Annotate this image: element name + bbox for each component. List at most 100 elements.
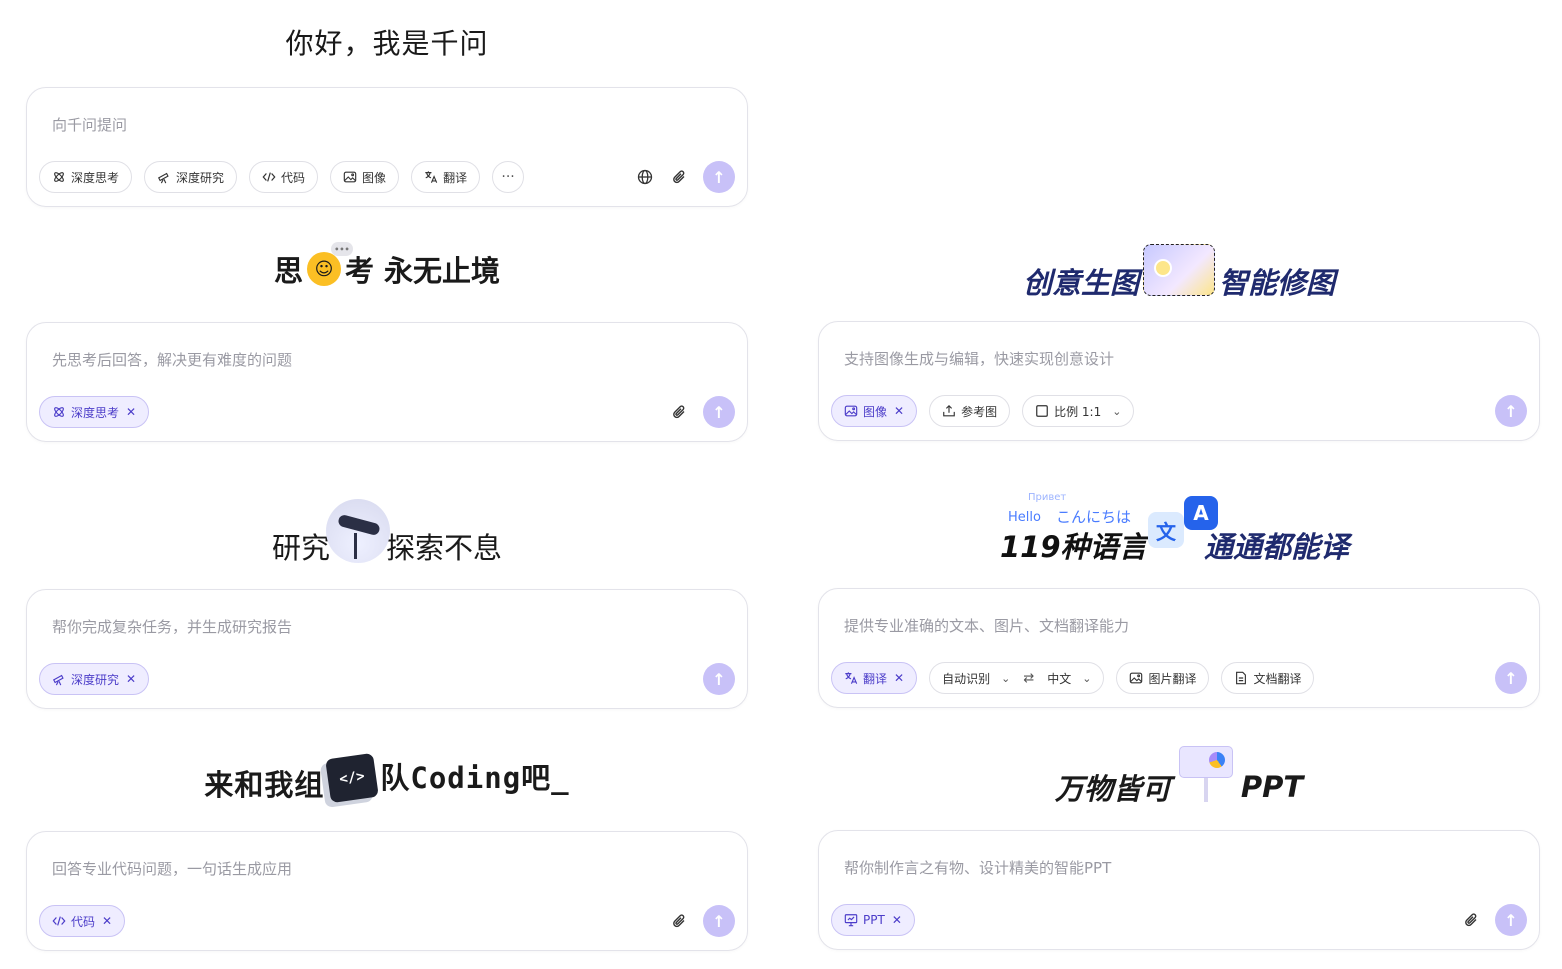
close-icon[interactable]: ✕: [894, 404, 904, 418]
translate-chip-label: 翻译: [863, 671, 888, 686]
translate-card[interactable]: 提供专业准确的文本、图片、文档翻译能力 翻译 ✕ 自动识别 ⌄ ⇄ 中文 ⌄ 图…: [818, 588, 1540, 708]
source-language[interactable]: 自动识别: [942, 670, 990, 687]
ratio-select[interactable]: 比例 1:1 ⌄: [1022, 395, 1135, 427]
deep-think-label: 深度思考: [71, 170, 120, 185]
square-icon: [1035, 404, 1049, 418]
paperclip-icon[interactable]: [669, 402, 689, 422]
translate-icon: [424, 170, 438, 184]
paperclip-icon[interactable]: [1461, 910, 1481, 930]
close-icon[interactable]: ✕: [126, 672, 136, 686]
ppt-chip-label: PPT: [863, 913, 885, 927]
atom-icon: [52, 405, 66, 419]
presentation-illustration: [1178, 746, 1233, 804]
code-chip-label: 代码: [71, 914, 96, 929]
atom-icon: [52, 170, 66, 184]
reference-image-button[interactable]: 参考图: [929, 395, 1011, 427]
ppt-placeholder[interactable]: 帮你制作言之有物、设计精美的智能PPT: [844, 857, 1111, 878]
code-icon: [52, 914, 66, 928]
arrow-up-icon: ↑: [712, 911, 726, 931]
image-icon: [844, 404, 858, 418]
ppt-card[interactable]: 帮你制作言之有物、设计精美的智能PPT PPT ✕ ↑: [818, 830, 1540, 950]
doc-translate-button[interactable]: 文档翻译: [1221, 662, 1315, 694]
reference-image-label: 参考图: [961, 404, 998, 419]
close-icon[interactable]: ✕: [102, 914, 112, 928]
send-button[interactable]: ↑: [703, 663, 735, 695]
upload-icon: [942, 404, 956, 418]
translate-label: 翻译: [443, 170, 468, 185]
image-button[interactable]: 图像: [330, 161, 400, 193]
translate-active-chip[interactable]: 翻译 ✕: [831, 662, 918, 694]
swap-icon[interactable]: ⇄: [1023, 671, 1034, 686]
close-icon[interactable]: ✕: [126, 405, 136, 419]
image-title: 创意生图 智能修图: [818, 238, 1540, 302]
image-translate-button[interactable]: 图片翻译: [1116, 662, 1210, 694]
image-edit-illustration: [1143, 244, 1215, 296]
paperclip-icon[interactable]: [669, 167, 689, 187]
research-title-part-a: 研究: [271, 531, 330, 565]
image-icon: [1129, 671, 1143, 685]
target-language[interactable]: 中文: [1047, 670, 1071, 687]
privet-text: Привет: [1028, 492, 1067, 503]
paperclip-icon[interactable]: [669, 911, 689, 931]
language-pair-select[interactable]: 自动识别 ⌄ ⇄ 中文 ⌄: [929, 662, 1105, 694]
code-icon: [262, 170, 276, 184]
main-chat-input[interactable]: 向千问提问 深度思考 深度研究 代码 图像 翻译 ··· ↑: [26, 87, 748, 207]
research-placeholder[interactable]: 帮你完成复杂任务，并生成研究报告: [52, 616, 292, 637]
chevron-down-icon: ⌄: [1082, 671, 1092, 685]
translate-button[interactable]: 翻译: [411, 161, 481, 193]
close-icon[interactable]: ✕: [892, 913, 902, 927]
send-button[interactable]: ↑: [703, 396, 735, 428]
code-title: 来和我组 </> 队Coding吧_: [26, 752, 748, 804]
arrow-up-icon: ↑: [1504, 910, 1518, 930]
code-active-chip[interactable]: 代码 ✕: [39, 905, 126, 937]
main-input-placeholder[interactable]: 向千问提问: [52, 114, 127, 135]
image-placeholder[interactable]: 支持图像生成与编辑，快速实现创意设计: [844, 348, 1114, 369]
doc-translate-label: 文档翻译: [1253, 671, 1302, 686]
send-button[interactable]: ↑: [1495, 662, 1527, 694]
code-title-part-a: 来和我组: [204, 768, 325, 802]
research-card[interactable]: 帮你完成复杂任务，并生成研究报告 深度研究 ✕ ↑: [26, 589, 748, 709]
globe-icon[interactable]: [635, 167, 655, 187]
deep-think-button[interactable]: 深度思考: [39, 161, 133, 193]
send-button[interactable]: ↑: [703, 161, 735, 193]
deep-research-button[interactable]: 深度研究: [144, 161, 238, 193]
think-title-part-b: 考 永无止境: [344, 254, 501, 288]
image-card[interactable]: 支持图像生成与编辑，快速实现创意设计 图像 ✕ 参考图 比例 1:1 ⌄ ↑: [818, 321, 1540, 441]
code-placeholder[interactable]: 回答专业代码问题，一句话生成应用: [52, 858, 292, 879]
think-placeholder[interactable]: 先思考后回答，解决更有难度的问题: [52, 349, 292, 370]
telescope-icon: [157, 170, 171, 184]
code-card[interactable]: 回答专业代码问题，一句话生成应用 代码 ✕ ↑: [26, 831, 748, 951]
more-button[interactable]: ···: [492, 161, 525, 193]
deep-research-label: 深度研究: [176, 170, 225, 185]
ratio-label: 比例 1:1: [1054, 404, 1102, 419]
send-button[interactable]: ↑: [1495, 904, 1527, 936]
translate-placeholder[interactable]: 提供专业准确的文本、图片、文档翻译能力: [844, 615, 1129, 636]
translate-title: Привет Hello こんにちは 119种语言 文 A 通通都能译: [818, 492, 1540, 564]
arrow-up-icon: ↑: [712, 402, 726, 422]
image-active-chip[interactable]: 图像 ✕: [831, 395, 918, 427]
ppt-title-part-b: PPT: [1240, 770, 1304, 804]
arrow-up-icon: ↑: [1504, 401, 1518, 421]
translate-title-part-b: 通通都能译: [1204, 530, 1350, 564]
ppt-active-chip[interactable]: PPT ✕: [831, 904, 915, 936]
code-button[interactable]: 代码: [249, 161, 319, 193]
deep-think-chip-label: 深度思考: [71, 405, 120, 420]
arrow-up-icon: ↑: [712, 167, 726, 187]
code-label: 代码: [281, 170, 306, 185]
hello-text: Hello: [1008, 510, 1041, 525]
research-title: 研究 探索不息: [26, 495, 748, 567]
ppt-title: 万物皆可 PPT: [818, 742, 1540, 808]
deep-think-active-chip[interactable]: 深度思考 ✕: [39, 396, 150, 428]
think-card[interactable]: 先思考后回答，解决更有难度的问题 深度思考 ✕ ↑: [26, 322, 748, 442]
image-label: 图像: [362, 170, 387, 185]
greeting-title: 你好，我是千问: [285, 27, 489, 60]
send-button[interactable]: ↑: [703, 905, 735, 937]
research-title-part-b: 探索不息: [386, 531, 503, 565]
send-button[interactable]: ↑: [1495, 395, 1527, 427]
chevron-down-icon: ⌄: [1112, 404, 1122, 418]
close-icon[interactable]: ✕: [894, 671, 904, 685]
image-title-part-a: 创意生图: [1022, 266, 1139, 300]
translate-icon: [844, 671, 858, 685]
deep-research-active-chip[interactable]: 深度研究 ✕: [39, 663, 150, 695]
translate-illustration: 文 A: [1148, 496, 1218, 554]
